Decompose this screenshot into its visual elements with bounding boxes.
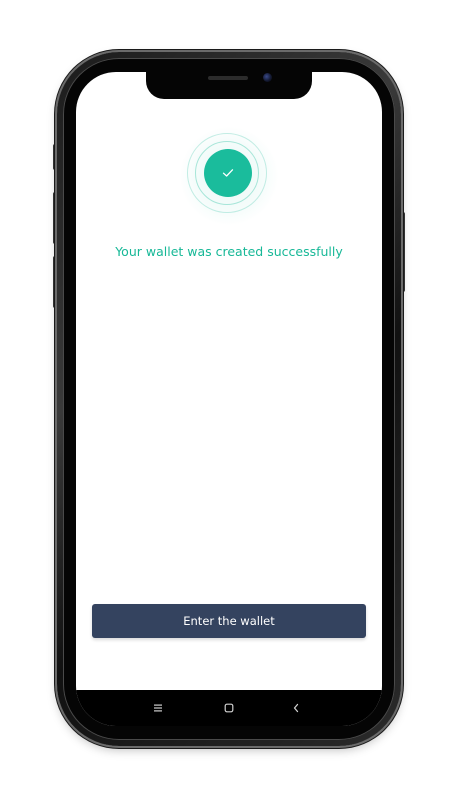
- app-screen: Your wallet was created successfully Ent…: [76, 72, 382, 726]
- check-icon: [222, 169, 234, 177]
- power-button: [401, 212, 405, 292]
- nav-menu-button[interactable]: [148, 700, 168, 716]
- home-icon: [224, 703, 234, 713]
- menu-icon: [154, 704, 162, 712]
- success-message: Your wallet was created successfully: [115, 244, 343, 259]
- speaker-grille: [208, 76, 248, 80]
- system-nav-bar: [76, 690, 382, 726]
- notch: [146, 72, 312, 99]
- nav-home-button[interactable]: [219, 700, 239, 716]
- success-badge: [204, 149, 252, 197]
- back-icon: [293, 703, 299, 713]
- camera-icon: [263, 73, 272, 82]
- enter-wallet-button[interactable]: Enter the wallet: [92, 604, 366, 638]
- nav-back-button[interactable]: [286, 700, 306, 716]
- device-mockup: Your wallet was created successfully Ent…: [0, 0, 458, 798]
